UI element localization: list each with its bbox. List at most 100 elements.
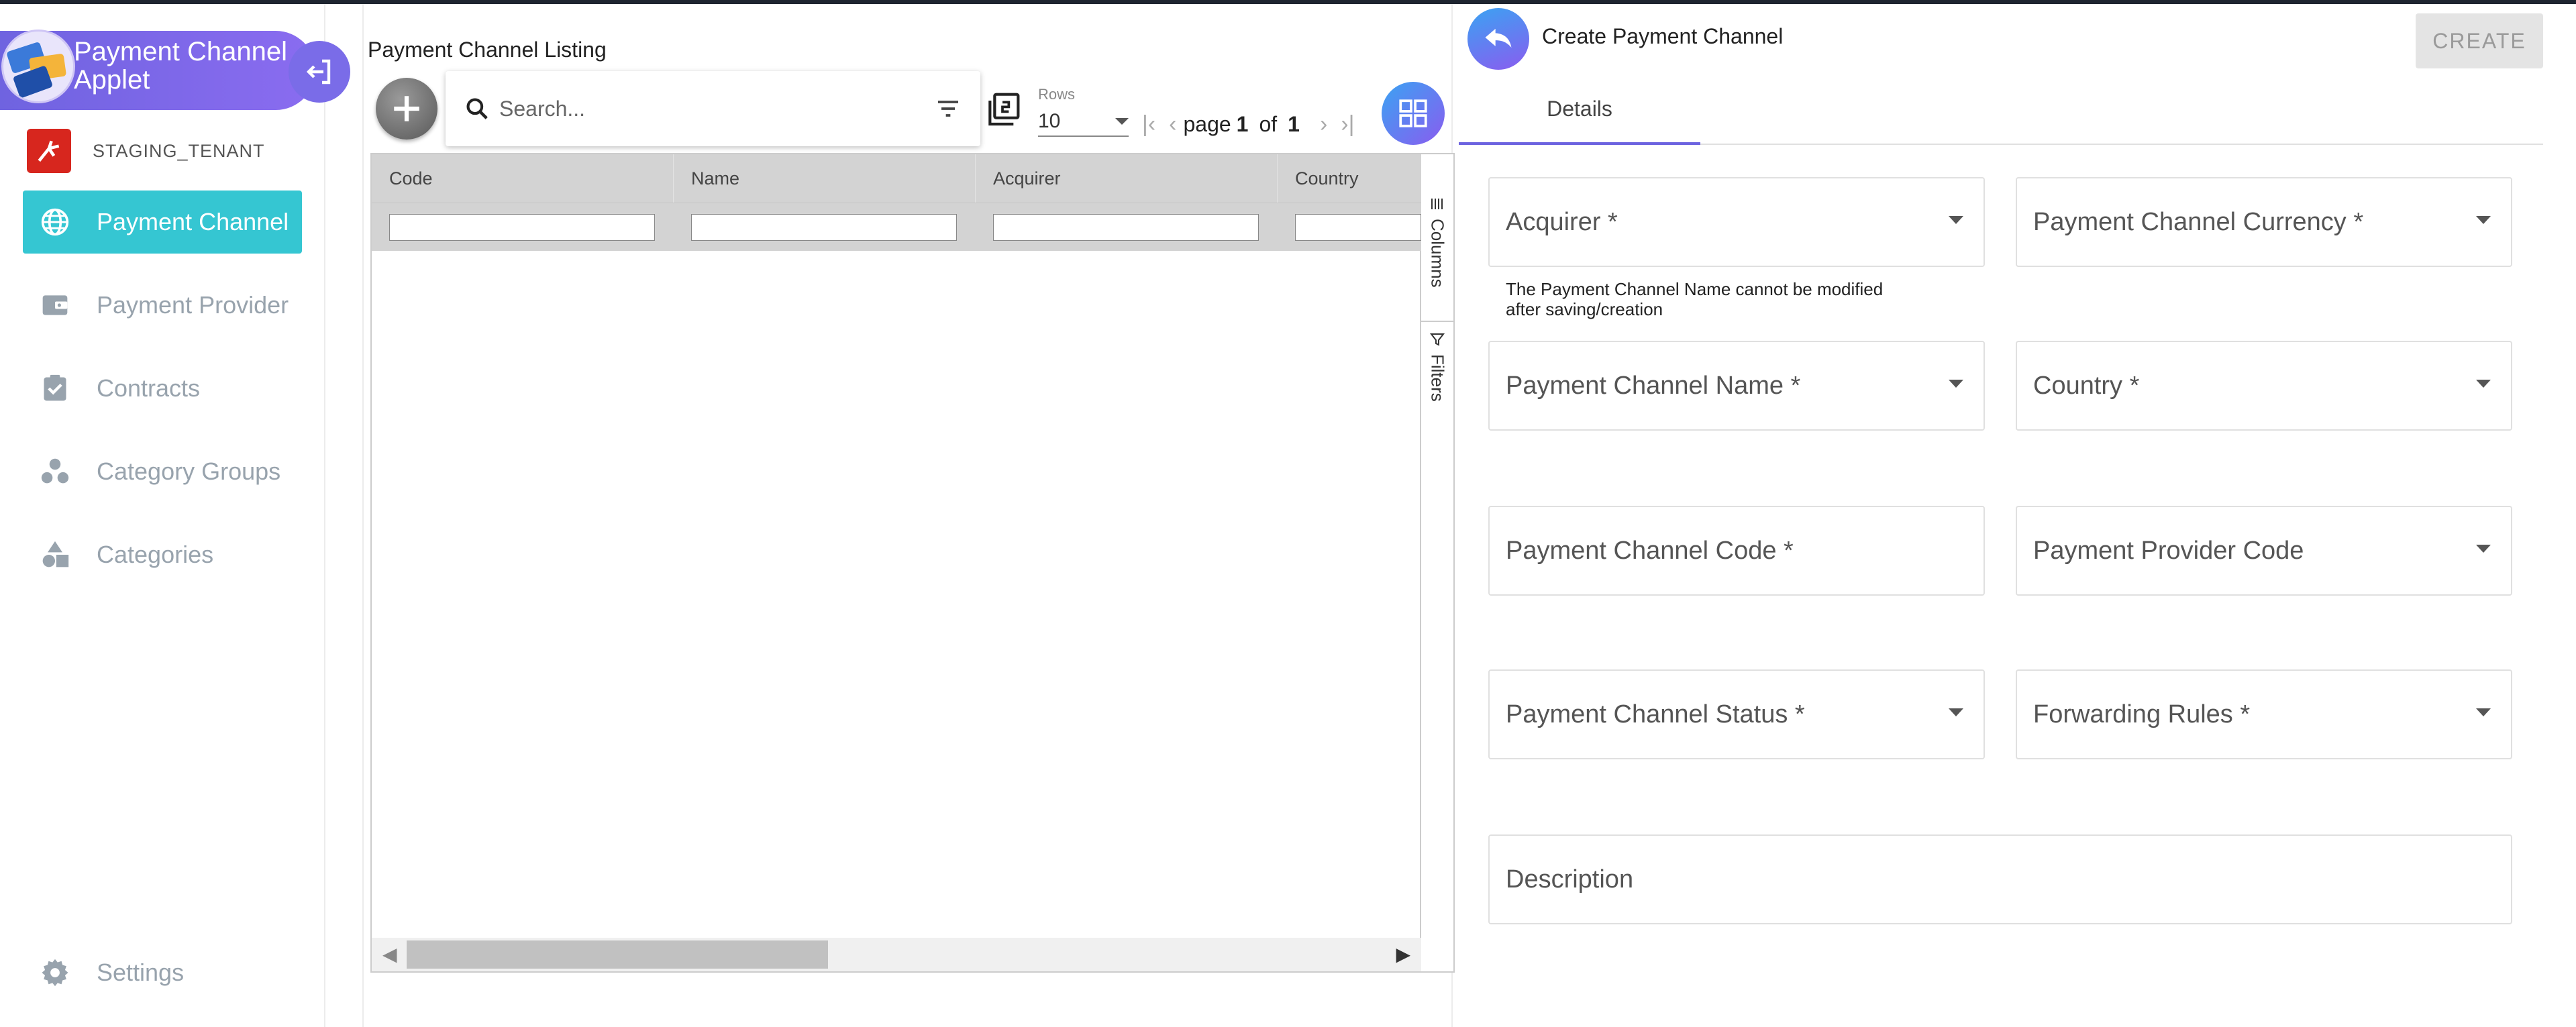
wallet-icon xyxy=(39,289,71,321)
sidebar-item-payment-channel[interactable]: Payment Channel xyxy=(23,191,302,254)
column-header-code[interactable]: Code xyxy=(372,154,674,203)
last-page-icon[interactable]: ›| xyxy=(1341,111,1354,138)
forwarding-rules-label: Forwarding Rules * xyxy=(2033,700,2251,728)
forwarding-rules-select[interactable]: Forwarding Rules * xyxy=(2016,669,2512,759)
filter-input-acquirer[interactable] xyxy=(993,214,1259,241)
rows-select[interactable]: 10 xyxy=(1038,107,1129,137)
tab-details[interactable]: Details xyxy=(1459,75,1700,145)
sidebar: Payment Channel Applet STAGING_TENANT Pa… xyxy=(0,4,350,1027)
side-tool-panel: Columns Filters xyxy=(1421,153,1455,973)
filter-input-country[interactable] xyxy=(1295,214,1421,241)
search-box xyxy=(446,71,980,146)
dropdown-arrow-icon xyxy=(2476,380,2491,388)
tab-filters[interactable]: Filters xyxy=(1421,321,1453,402)
payment-channel-name-select[interactable]: Payment Channel Name * xyxy=(1488,341,1985,431)
provider-code-label: Payment Provider Code xyxy=(2033,536,2304,565)
payment-channel-code-input[interactable]: Payment Channel Code * xyxy=(1488,506,1985,596)
data-table: Code Name Acquirer Country ◀ ▶ xyxy=(370,153,1421,973)
table-header: Code Name Acquirer Country xyxy=(372,154,1421,203)
settings-label: Settings xyxy=(97,959,185,986)
logout-icon xyxy=(306,59,331,85)
description-label: Description xyxy=(1506,865,1634,894)
status-label: Payment Channel Status * xyxy=(1506,700,1805,728)
name-label: Payment Channel Name * xyxy=(1506,371,1801,400)
search-input[interactable] xyxy=(499,96,935,121)
payment-channel-status-select[interactable]: Payment Channel Status * xyxy=(1488,669,1985,759)
sidebar-item-contracts[interactable]: Contracts xyxy=(23,357,302,420)
sidebar-item-payment-provider[interactable]: Payment Provider xyxy=(23,274,302,337)
country-select[interactable]: Country * xyxy=(2016,341,2512,431)
acquirer-label: Acquirer * xyxy=(1506,207,1618,236)
horizontal-scrollbar[interactable]: ◀ ▶ xyxy=(372,938,1421,971)
plus-icon xyxy=(394,96,419,121)
add-button[interactable] xyxy=(376,78,437,140)
name-helper-text: The Payment Channel Name cannot be modif… xyxy=(1506,279,1884,319)
column-header-country[interactable]: Country xyxy=(1278,154,1421,203)
country-label: Country * xyxy=(2033,371,2140,400)
scrollbar-thumb[interactable] xyxy=(407,940,828,969)
currency-select[interactable]: Payment Channel Currency * xyxy=(2016,177,2512,267)
tab-columns[interactable]: Columns xyxy=(1421,196,1453,288)
filter-icon[interactable] xyxy=(935,95,962,122)
tenant-switcher[interactable]: STAGING_TENANT xyxy=(27,129,265,173)
chevron-down-icon xyxy=(1115,118,1129,125)
tenant-logo xyxy=(27,129,71,173)
tenant-name: STAGING_TENANT xyxy=(93,140,265,161)
description-input[interactable]: Description xyxy=(1488,834,2512,924)
back-button[interactable] xyxy=(1467,8,1529,70)
scroll-left-icon[interactable]: ◀ xyxy=(382,943,397,965)
library-icon[interactable] xyxy=(984,91,1021,129)
sidebar-item-label: Payment Channel xyxy=(97,208,289,235)
sidebar-item-categories[interactable]: Categories xyxy=(23,523,302,586)
code-label: Payment Channel Code * xyxy=(1506,536,1794,565)
pagination: |‹ ‹ page 1 of 1 › ›| xyxy=(1135,111,1361,138)
payment-provider-code-select[interactable]: Payment Provider Code xyxy=(2016,506,2512,596)
rows-label: Rows xyxy=(1038,86,1076,103)
rows-per-page[interactable]: Rows 10 xyxy=(1038,86,1129,137)
page-current: 1 xyxy=(1236,112,1249,136)
create-button[interactable]: CREATE xyxy=(2416,13,2543,68)
sidebar-item-settings[interactable]: Settings xyxy=(39,957,184,989)
tab-filters-label: Filters xyxy=(1427,354,1448,402)
create-form-panel: Create Payment Channel CREATE Details Ac… xyxy=(1455,4,2576,1027)
gear-icon xyxy=(39,957,71,989)
sidebar-item-category-groups[interactable]: Category Groups xyxy=(23,440,302,503)
grid-icon xyxy=(1399,99,1427,127)
sidebar-nav: Payment Channel Payment Provider Contrac… xyxy=(23,191,302,606)
grid-view-button[interactable] xyxy=(1382,82,1445,145)
dropdown-arrow-icon xyxy=(2476,545,2491,553)
prev-page-icon[interactable]: ‹ xyxy=(1169,111,1176,138)
reply-arrow-icon xyxy=(1485,28,1512,48)
sidebar-item-label: Payment Provider xyxy=(97,291,289,319)
page-total: 1 xyxy=(1288,112,1300,136)
logout-button[interactable] xyxy=(289,41,350,103)
applet-title: Payment Channel Applet xyxy=(74,37,287,95)
first-page-icon[interactable]: |‹ xyxy=(1142,111,1155,138)
column-header-acquirer[interactable]: Acquirer xyxy=(976,154,1278,203)
dropdown-arrow-icon xyxy=(1949,216,1963,224)
column-header-name[interactable]: Name xyxy=(674,154,976,203)
page-of: of xyxy=(1259,112,1278,136)
filter-input-code[interactable] xyxy=(389,214,655,241)
next-page-icon[interactable]: › xyxy=(1320,111,1327,138)
dropdown-arrow-icon xyxy=(1949,380,1963,388)
sidebar-item-label: Categories xyxy=(97,541,214,568)
page-prefix: page xyxy=(1183,112,1231,136)
scroll-right-icon[interactable]: ▶ xyxy=(1396,943,1410,965)
funnel-icon xyxy=(1429,333,1445,346)
applet-logo xyxy=(1,30,75,103)
form-tabs: Details xyxy=(1459,75,2543,145)
column-filter-row xyxy=(372,203,1421,251)
shapes-icon xyxy=(39,539,71,571)
dropdown-arrow-icon xyxy=(2476,708,2491,716)
globe-icon xyxy=(39,206,71,238)
listing-panel: Payment Channel Listing Rows 10 |‹ ‹ pag… xyxy=(362,4,1455,1027)
sidebar-item-label: Category Groups xyxy=(97,457,281,485)
clipboard-check-icon xyxy=(39,372,71,404)
tab-columns-label: Columns xyxy=(1427,219,1448,288)
category-groups-icon xyxy=(39,455,71,488)
form-title: Create Payment Channel xyxy=(1542,24,1784,48)
listing-title: Payment Channel Listing xyxy=(368,38,607,62)
filter-input-name[interactable] xyxy=(691,214,957,241)
acquirer-select[interactable]: Acquirer * xyxy=(1488,177,1985,267)
